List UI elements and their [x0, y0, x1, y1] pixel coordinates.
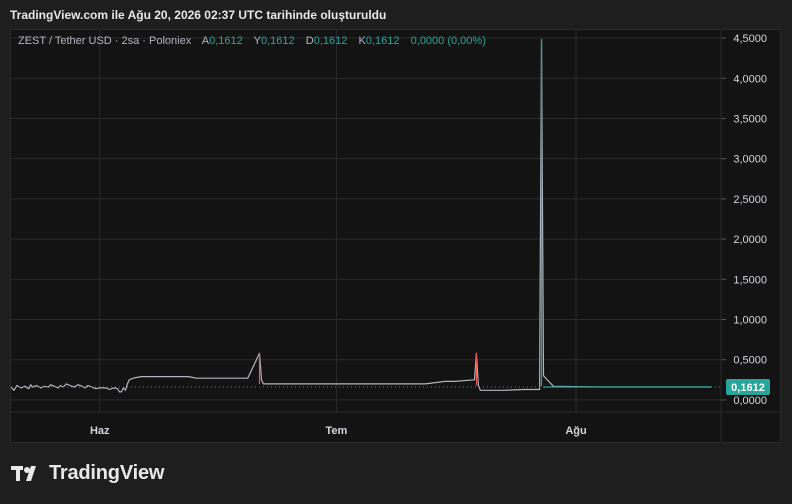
low-value: 0,1612 [313, 35, 348, 47]
y-tick-label: 0,5000 [733, 355, 767, 367]
x-tick-label: Tem [326, 425, 348, 437]
low-label: D [305, 35, 314, 47]
y-tick-label: 0,0000 [733, 395, 767, 407]
y-tick-label: 1,5000 [733, 274, 767, 286]
high-label: Y [253, 35, 261, 47]
symbol-legend[interactable]: ZEST / Tether USD · 2sa · Poloniex A0,16… [18, 35, 486, 47]
tradingview-logo-icon [11, 465, 36, 481]
price-line [10, 39, 712, 393]
x-tick-label: Haz [90, 425, 110, 437]
y-tick-label: 3,5000 [733, 113, 767, 125]
open-label: A [201, 35, 210, 47]
change-value: 0,0000 (0,00%) [410, 35, 486, 47]
y-tick-label: 2,0000 [733, 234, 767, 246]
x-tick-label: Ağu [565, 425, 586, 437]
tradingview-brand[interactable]: TradingView [11, 462, 164, 485]
open-value: 0,1612 [209, 35, 243, 47]
symbol-name[interactable]: ZEST / Tether USD · 2sa · Poloniex [18, 35, 191, 47]
close-label: K [358, 35, 366, 47]
y-tick-label: 4,5000 [733, 33, 767, 45]
last-price-label: 0,1612 [731, 382, 765, 394]
brand-name: TradingView [49, 462, 165, 484]
y-tick-label: 1,0000 [733, 315, 767, 327]
y-tick-label: 3,0000 [733, 154, 767, 166]
y-tick-label: 2,5000 [733, 194, 767, 206]
high-value: 0,1612 [261, 35, 295, 47]
close-value: 0,1612 [365, 35, 400, 47]
y-tick-label: 4,0000 [733, 73, 767, 85]
price-chart[interactable]: 0,0000 0,5000 1,0000 1,5000 2,0000 2,5000 3,00… [0, 0, 792, 504]
